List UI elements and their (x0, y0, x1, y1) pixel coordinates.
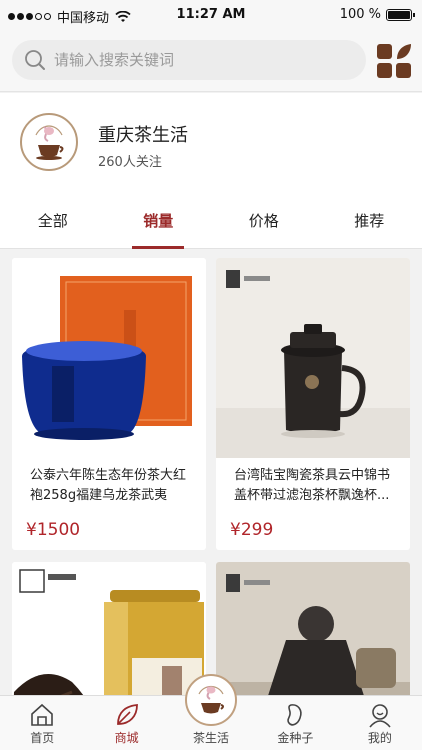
tab-gold-seed[interactable]: 金种子 (253, 696, 337, 750)
tea-logo-icon (185, 674, 238, 726)
store-header: 重庆茶生活 260人关注 (0, 93, 422, 193)
product-image (12, 258, 206, 458)
profile-icon (369, 704, 391, 728)
sort-tabs: 全部 销量 价格 推荐 (0, 193, 422, 249)
search-area (0, 30, 422, 92)
bottom-tab-bar: 首页 商城 茶生活 金种子 我的 (0, 674, 422, 750)
tab-recommend[interactable]: 推荐 (317, 193, 422, 248)
tab-mall-label: 商城 (114, 731, 139, 745)
tab-profile[interactable]: 我的 (338, 696, 422, 750)
home-icon (31, 703, 54, 726)
search-icon (25, 50, 45, 70)
product-price: ¥299 (230, 520, 274, 540)
tab-sales[interactable]: 销量 (106, 193, 212, 249)
tab-home[interactable]: 首页 (0, 696, 84, 750)
product-image (12, 562, 206, 695)
status-right: 100 % (339, 7, 415, 22)
tab-tea-life[interactable]: 茶生活 (169, 674, 253, 750)
battery-label: 100 % (339, 7, 381, 22)
search-input[interactable] (54, 51, 334, 69)
tab-price[interactable]: 价格 (211, 193, 317, 248)
product-card[interactable]: 台湾陆宝陶瓷茶具云中锦书盖杯带过滤泡茶杯飘逸杯... ¥299 (216, 258, 410, 550)
product-card[interactable] (216, 562, 410, 695)
store-followers: 260人关注 (98, 155, 162, 170)
leaf-icon (116, 704, 138, 725)
product-card[interactable] (12, 562, 206, 695)
status-bar: 中国移动 11:27 AM 100 % (0, 0, 422, 30)
tab-mall[interactable]: 商城 (84, 696, 168, 750)
product-image (216, 562, 410, 695)
category-grid-icon[interactable] (376, 43, 412, 79)
store-logo (20, 113, 78, 171)
product-grid: 公泰六年陈生态年份茶大红袍258g福建乌龙茶武夷山... ¥1500 台湾陆宝陶… (0, 250, 422, 695)
battery-icon (386, 8, 415, 21)
tab-home-label: 首页 (30, 731, 55, 745)
tab-profile-label: 我的 (367, 731, 392, 745)
seed-icon (287, 704, 303, 726)
tab-all[interactable]: 全部 (0, 193, 106, 248)
store-name: 重庆茶生活 (98, 125, 188, 146)
product-price: ¥1500 (26, 520, 81, 540)
tab-gold-seed-label: 金种子 (277, 731, 314, 745)
product-image (216, 258, 410, 458)
tab-tea-life-label: 茶生活 (193, 731, 230, 745)
product-title: 公泰六年陈生态年份茶大红袍258g福建乌龙茶武夷山... (30, 468, 187, 503)
product-card[interactable]: 公泰六年陈生态年份茶大红袍258g福建乌龙茶武夷山... ¥1500 (12, 258, 206, 550)
product-title: 台湾陆宝陶瓷茶具云中锦书盖杯带过滤泡茶杯飘逸杯... (234, 468, 391, 503)
search-box[interactable] (12, 40, 366, 80)
